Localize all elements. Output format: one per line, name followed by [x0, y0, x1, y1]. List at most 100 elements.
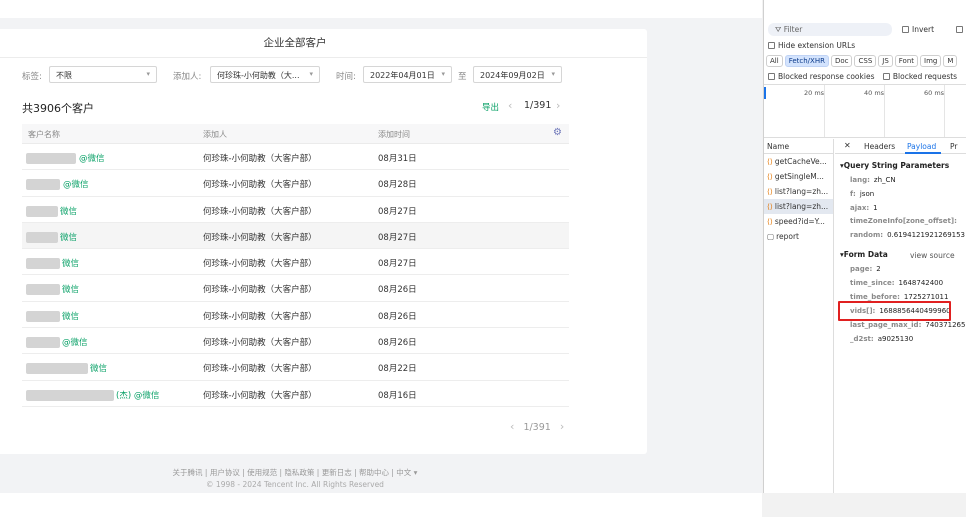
- active-tab-underline: [905, 152, 941, 154]
- type-filter-fetch-xhr[interactable]: Fetch/XHR: [784, 55, 829, 67]
- view-source-link[interactable]: view source: [910, 251, 955, 260]
- type-filter-js[interactable]: JS: [878, 55, 893, 67]
- devtools-toolbar: [764, 0, 966, 20]
- adder-cell: 何珍珠-小何助教（大客户部）: [203, 338, 317, 349]
- date-cell: 08月27日: [378, 206, 417, 217]
- table-row[interactable]: @微信 何珍珠-小何助教（大客户部） 08月26日: [22, 328, 569, 355]
- table-row[interactable]: 微信 何珍珠-小何助教（大客户部） 08月27日: [22, 197, 569, 223]
- card-title: 企业全部客户: [263, 37, 327, 49]
- form-field: time_before: 1725271011: [850, 293, 949, 301]
- table-row[interactable]: 微信 何珍珠-小何助教（大客户部） 08月22日: [22, 354, 569, 381]
- date-cell: 08月27日: [378, 232, 417, 243]
- name-column-header[interactable]: Name: [764, 139, 833, 154]
- request-item[interactable]: ⟨⟩ speed?id=Y...: [764, 214, 833, 229]
- type-filter-doc[interactable]: Doc: [830, 55, 853, 67]
- end-date-value: 2024年09月02日: [480, 71, 545, 80]
- adder-cell: 何珍珠-小何助教（大客户部）: [203, 390, 317, 401]
- bottom-pagination: ‹ 1/391 ›: [510, 420, 564, 433]
- date-cell: 08月27日: [378, 259, 417, 270]
- adder-cell: 何珍珠-小何助教（大客户部）: [203, 259, 317, 270]
- type-filter-all[interactable]: All: [766, 55, 783, 67]
- timeline-gridline: [944, 85, 945, 137]
- next-page-button[interactable]: ›: [560, 420, 564, 433]
- page-indicator: 1/391: [523, 422, 551, 433]
- tag-filter-value: 不限: [56, 71, 72, 80]
- request-item[interactable]: ▢ report: [764, 229, 833, 244]
- table-row[interactable]: (杰) @微信 何珍珠-小何助教（大客户部） 08月16日: [22, 381, 569, 407]
- timeline-marker: [764, 87, 766, 99]
- customer-name[interactable]: @微信: [26, 336, 88, 349]
- customer-name[interactable]: @微信: [26, 152, 105, 164]
- date-cell: 08月26日: [378, 311, 417, 322]
- hide-extension-urls-checkbox[interactable]: Hide extension URLs: [768, 41, 855, 50]
- table-row[interactable]: 微信 何珍珠-小何助教（大客户部） 08月26日: [22, 275, 569, 302]
- customer-name[interactable]: 微信: [26, 362, 107, 375]
- customer-name[interactable]: 微信: [26, 310, 79, 322]
- customer-name[interactable]: 微信: [26, 231, 77, 243]
- end-date-picker[interactable]: 2024年09月02日 ▾: [473, 66, 562, 83]
- table-row[interactable]: @微信 何珍珠-小何助教（大客户部） 08月28日: [22, 170, 569, 197]
- customer-name[interactable]: 微信: [26, 257, 79, 270]
- request-item[interactable]: ⟨⟩ getSingleM...: [764, 169, 833, 184]
- timeline-tick: 40 ms: [864, 89, 885, 97]
- chevron-down-icon: ▾: [551, 70, 555, 78]
- customer-name[interactable]: @微信: [26, 178, 89, 191]
- adder-cell: 何珍珠-小何助教（大客户部）: [203, 232, 317, 243]
- type-filter-css[interactable]: CSS: [854, 55, 877, 67]
- tab-payload[interactable]: Payload: [907, 142, 936, 151]
- date-cell: 08月16日: [378, 390, 417, 401]
- page-top-bar: [0, 0, 762, 18]
- close-icon[interactable]: ✕: [844, 141, 851, 150]
- prev-page-button[interactable]: ‹: [510, 420, 514, 433]
- type-filter-font[interactable]: Font: [894, 55, 919, 67]
- query-string-section-title[interactable]: ▾Query String Parameters: [840, 161, 949, 170]
- column-header-adder: 添加人: [203, 130, 227, 139]
- tab-headers[interactable]: Headers: [864, 142, 895, 151]
- export-button[interactable]: 导出: [482, 101, 499, 113]
- customer-name[interactable]: 微信: [26, 205, 77, 217]
- blocked-requests-checkbox[interactable]: Blocked requests: [882, 72, 957, 81]
- query-param: f: json: [850, 190, 875, 198]
- customer-name[interactable]: 微信: [26, 283, 79, 296]
- customer-name[interactable]: (杰) @微信: [26, 389, 159, 401]
- more-checkbox[interactable]: [956, 25, 966, 34]
- time-filter-label: 时间:: [336, 72, 356, 82]
- query-param: ajax: 1: [850, 204, 878, 212]
- table-row[interactable]: 微信 何珍珠-小何助教（大客户部） 08月27日: [22, 249, 569, 276]
- form-data-section-title[interactable]: ▾Form Data: [840, 250, 888, 259]
- table-row[interactable]: @微信 何珍珠-小何助教（大客户部） 08月31日: [22, 144, 569, 171]
- customer-table-body: @微信 何珍珠-小何助教（大客户部） 08月31日 @微信 何珍珠-小何助教（大…: [22, 144, 569, 407]
- xhr-icon: ⟨⟩: [767, 172, 773, 181]
- table-row[interactable]: 微信 何珍珠-小何助教（大客户部） 08月26日: [22, 302, 569, 329]
- request-list: Name ⟨⟩ getCacheVe... ⟨⟩ getSingleM... ⟨⟩ l…: [764, 139, 834, 493]
- date-cell: 08月31日: [378, 154, 417, 164]
- tab-preview[interactable]: Pr: [950, 142, 957, 151]
- tag-filter-select[interactable]: 不限 ▾: [49, 66, 157, 83]
- type-filter-img[interactable]: Img: [920, 55, 942, 67]
- page-indicator: 1/391: [524, 100, 552, 111]
- request-item[interactable]: ⟨⟩ list?lang=zh...: [764, 184, 833, 199]
- form-field: last_page_max_id: 740371265: [850, 321, 966, 329]
- tag-filter-label: 标签:: [22, 72, 42, 82]
- next-page-button[interactable]: ›: [556, 99, 560, 112]
- adder-filter-select[interactable]: 何珍珠-小何助教（大... ▾: [210, 66, 320, 83]
- gear-icon[interactable]: ⚙: [553, 127, 562, 138]
- prev-page-button[interactable]: ‹: [508, 99, 512, 112]
- filter-input[interactable]: ⛛ Filter: [768, 23, 892, 36]
- customer-list-card: 企业全部客户 标签: 不限 ▾ 添加人: 何珍珠-小何助教（大... ▾ 时间:…: [0, 29, 647, 454]
- table-row[interactable]: 微信 何珍珠-小何助教（大客户部） 08月27日: [22, 222, 569, 250]
- start-date-picker[interactable]: 2022年04月01日 ▾: [363, 66, 452, 83]
- request-item[interactable]: ⟨⟩ getCacheVe...: [764, 154, 833, 169]
- footer-links[interactable]: 关于腾讯 | 用户协议 | 使用规范 | 隐私政策 | 更新日志 | 帮助中心 …: [0, 467, 590, 478]
- footer-copyright: © 1998 - 2024 Tencent Inc. All Rights Re…: [206, 480, 384, 489]
- request-item-selected[interactable]: ⟨⟩ list?lang=zh...: [764, 199, 833, 214]
- column-header-time: 添加时间: [378, 130, 410, 139]
- network-timeline[interactable]: 20 ms 40 ms 60 ms: [764, 84, 966, 138]
- adder-filter-value: 何珍珠-小何助教（大...: [217, 71, 300, 80]
- page-bottom-bar: [0, 493, 762, 517]
- blocked-cookies-checkbox[interactable]: Blocked response cookies: [768, 72, 874, 81]
- type-filter-media[interactable]: M: [943, 55, 958, 67]
- adder-cell: 何珍珠-小何助教（大客户部）: [203, 364, 317, 375]
- invert-checkbox[interactable]: Invert: [902, 25, 934, 34]
- filter-row: ⛛ Filter Invert: [768, 23, 964, 37]
